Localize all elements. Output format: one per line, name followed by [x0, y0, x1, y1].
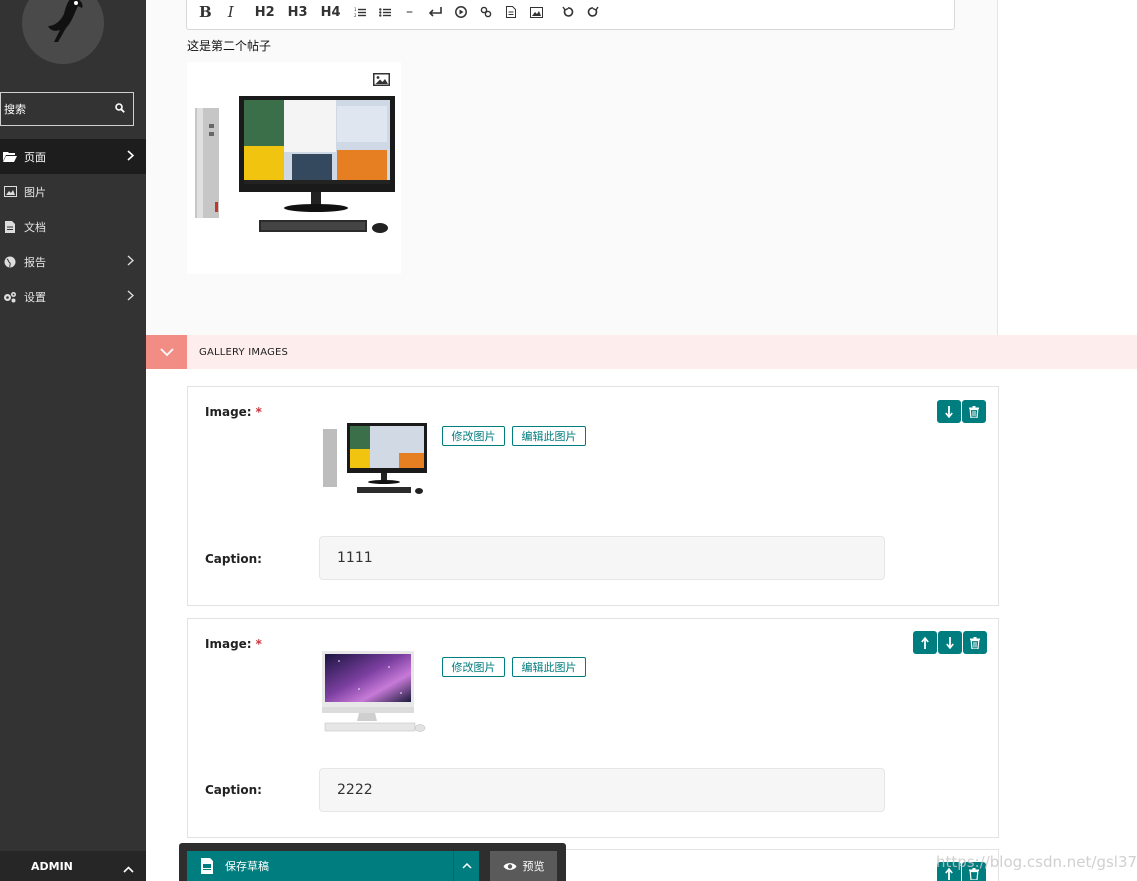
edit-image-button[interactable]: 编辑此图片 [512, 657, 586, 677]
line-break-icon[interactable] [428, 7, 442, 17]
account-username: ADMIN [31, 859, 73, 873]
chevron-up-icon [461, 863, 472, 869]
image-label-text: Image: [205, 637, 252, 651]
chevron-right-icon [127, 150, 135, 164]
sidebar-item-label: 报告 [24, 255, 46, 269]
arrow-down-icon [945, 405, 953, 418]
required-mark: * [255, 405, 262, 419]
h4-button[interactable]: H4 [321, 5, 341, 20]
draft-icon [201, 858, 213, 874]
embedded-image[interactable] [187, 62, 401, 274]
sidebar-item-label: 设置 [24, 290, 46, 304]
sidebar-item-documents[interactable]: 文档 [0, 209, 146, 244]
trash-icon [969, 405, 979, 418]
image-format-icon[interactable] [373, 71, 390, 90]
sidebar-nav: 页面 图片 文档 报告 设置 [0, 139, 146, 314]
bulleted-list-icon[interactable] [378, 7, 391, 18]
chevron-up-icon [123, 863, 134, 876]
delete-button[interactable] [963, 631, 987, 654]
collapse-toggle[interactable] [146, 335, 187, 369]
h3-button[interactable]: H3 [288, 5, 308, 20]
preview-label: 预览 [522, 860, 545, 873]
chevron-down-icon [159, 348, 174, 356]
horizontal-rule-button[interactable]: – [404, 4, 416, 20]
sidebar-item-label: 页面 [24, 150, 46, 164]
caption-field-label: Caption: [205, 552, 262, 566]
image-field-label: Image: * [205, 637, 262, 651]
sidebar: 搜索 页面 图片 文档 报告 设置 ADMIN [0, 0, 146, 881]
undo-icon[interactable] [561, 6, 574, 18]
gallery-item: Image: * 修改图片 编辑此图片 Caption: 1111 [187, 386, 999, 606]
wagtail-logo[interactable] [22, 0, 104, 64]
edit-image-button[interactable]: 编辑此图片 [512, 426, 586, 446]
divider [997, 0, 998, 335]
document-link-icon[interactable] [505, 6, 517, 18]
required-mark: * [255, 637, 262, 651]
caption-field-label: Caption: [205, 783, 262, 797]
image-field-label: Image: * [205, 405, 262, 419]
search-input[interactable]: 搜索 [4, 101, 26, 117]
caption-input[interactable]: 1111 [319, 536, 885, 580]
svg-text:2: 2 [354, 13, 357, 18]
ordered-list-icon[interactable]: 12 [354, 7, 366, 18]
eye-icon [503, 862, 516, 870]
sidebar-item-pages[interactable]: 页面 [0, 139, 146, 174]
image-label-text: Image: [205, 405, 252, 419]
caption-input[interactable]: 2222 [319, 768, 885, 812]
embed-media-icon[interactable] [454, 6, 467, 18]
footer-action-bar: 保存草稿 预览 [179, 843, 566, 881]
link-icon[interactable] [480, 6, 492, 18]
h2-button[interactable]: H2 [255, 5, 275, 20]
trash-icon [970, 636, 980, 649]
sidebar-item-settings[interactable]: 设置 [0, 279, 146, 314]
gallery-item: Image: * 修改图片 编辑此图片 Caption: 2222 [187, 618, 999, 838]
italic-button[interactable]: I [225, 3, 237, 21]
document-icon [2, 220, 18, 233]
move-up-button[interactable] [913, 631, 937, 654]
editor-body-text[interactable]: 这是第二个帖子 [187, 37, 271, 54]
rich-text-toolbar: B I H2 H3 H4 12 – [186, 0, 955, 30]
sidebar-item-reports[interactable]: 报告 [0, 244, 146, 279]
image-icon [2, 186, 18, 198]
gallery-image-thumbnail [319, 649, 429, 732]
sidebar-item-images[interactable]: 图片 [0, 174, 146, 209]
image-insert-icon[interactable] [529, 6, 543, 18]
delete-button[interactable] [962, 400, 986, 423]
preview-button[interactable]: 预览 [490, 851, 557, 881]
move-down-button[interactable] [938, 631, 962, 654]
gallery-image-thumbnail [319, 417, 429, 497]
sidebar-item-label: 图片 [24, 185, 46, 199]
account-menu-toggle[interactable]: ADMIN [0, 851, 146, 881]
arrow-down-icon [946, 636, 954, 649]
save-draft-label: 保存草稿 [225, 860, 269, 873]
sidebar-item-label: 文档 [24, 220, 46, 234]
change-image-button[interactable]: 修改图片 [442, 426, 505, 446]
search-icon[interactable] [115, 102, 125, 116]
save-draft-button[interactable]: 保存草稿 [187, 851, 453, 881]
desktop-computer-image [195, 96, 395, 233]
redo-icon[interactable] [587, 6, 599, 18]
gallery-section-title: GALLERY IMAGES [199, 346, 289, 358]
arrow-up-icon [921, 636, 929, 649]
globe-icon [2, 256, 18, 268]
watermark: https://blog.csdn.net/gsl371 [936, 853, 1137, 871]
gallery-section-header: GALLERY IMAGES [146, 335, 1137, 369]
search-field[interactable]: 搜索 [0, 92, 134, 126]
more-actions-toggle[interactable] [453, 851, 479, 881]
bold-button[interactable]: B [199, 3, 212, 21]
folder-open-icon [2, 151, 18, 163]
chevron-right-icon [127, 255, 135, 269]
cogs-icon [2, 291, 18, 303]
svg-text:1: 1 [354, 7, 357, 12]
change-image-button[interactable]: 修改图片 [442, 657, 505, 677]
move-down-button[interactable] [937, 400, 961, 423]
chevron-right-icon [127, 290, 135, 304]
